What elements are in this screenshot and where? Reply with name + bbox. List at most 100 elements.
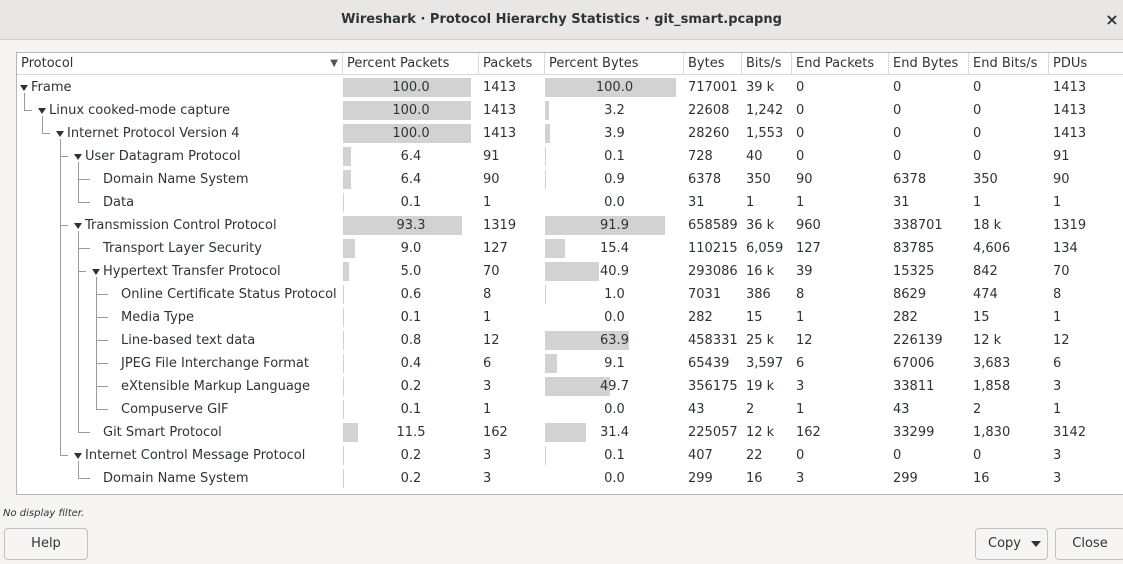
column-header-protocol[interactable]: Protocol ▼ <box>17 53 343 75</box>
end-bits-s-cell: 18 k <box>973 218 1002 233</box>
pct-bytes-cell: 9.1 <box>545 352 684 375</box>
pct-packets-cell: 0.6 <box>343 283 479 306</box>
protocol-cell: eXtensible Markup Language <box>17 375 343 398</box>
bytes-cell: 6378 <box>688 172 722 187</box>
table-row[interactable]: User Datagram Protocol 6.4 91 0.1 728 40 0 0 0 91 <box>17 145 1123 168</box>
copy-button[interactable]: Copy <box>975 528 1048 560</box>
pct-packets-value: 0.2 <box>400 448 422 463</box>
tree-trunk-line <box>78 461 79 478</box>
end-bytes-cell: 67006 <box>893 356 935 371</box>
table-row[interactable]: Online Certificate Status Protocol 0.6 8 1.… <box>17 283 1123 306</box>
tree-branch-line <box>78 432 90 433</box>
end-bytes-cell: 15325 <box>893 264 935 279</box>
pct-packets-cell: 0.1 <box>343 398 479 421</box>
table-row[interactable]: Data 0.1 1 0.0 31 1 1 31 1 1 <box>17 191 1123 214</box>
table-row[interactable]: Compuserve GIF 0.1 1 0.0 43 2 1 43 2 1 <box>17 398 1123 421</box>
end-packets-cell: 1 <box>796 310 805 325</box>
end-bytes-cell: 282 <box>893 310 918 325</box>
window-title: Wireshark · Protocol Hierarchy Statistic… <box>341 12 782 27</box>
pct-packets-cell: 5.0 <box>343 260 479 283</box>
packets-cell: 3 <box>483 471 492 486</box>
end-bits-s-cell: 16 <box>973 471 990 486</box>
table-row[interactable]: Line-based text data 0.8 12 63.9 458331 25 k 1… <box>17 329 1123 352</box>
pct-packets-cell: 93.3 <box>343 214 479 237</box>
bits-s-cell: 2 <box>746 402 755 417</box>
table-row[interactable]: Hypertext Transfer Protocol 5.0 70 40.9 2930… <box>17 260 1123 283</box>
table-row[interactable]: Internet Protocol Version 4 100.0 1413 3.9 2… <box>17 122 1123 145</box>
pct-bytes-cell: 0.1 <box>545 145 684 168</box>
protocol-hierarchy-tree[interactable]: Protocol ▼ Percent Packets Packets Percent B… <box>16 52 1123 495</box>
packets-cell: 1319 <box>483 218 517 233</box>
table-row[interactable]: Git Smart Protocol 11.5 162 31.4 225057 12 k 1… <box>17 421 1123 444</box>
table-row[interactable]: Internet Control Message Protocol 0.2 3 0.1… <box>17 444 1123 467</box>
protocol-name: Online Certificate Status Protocol <box>121 287 337 302</box>
protocol-cell: Domain Name System <box>17 467 343 490</box>
table-row[interactable]: Domain Name System 6.4 90 0.9 6378 350 90 6378 3… <box>17 168 1123 191</box>
expander-triangle-icon[interactable] <box>19 83 29 93</box>
tree-branch-line <box>96 386 108 387</box>
column-header-bytes[interactable]: Bytes <box>684 53 742 75</box>
pct-packets-value: 6.4 <box>400 172 422 187</box>
end-packets-cell: 12 <box>796 333 813 348</box>
column-header-pct-packets[interactable]: Percent Packets <box>343 53 479 75</box>
column-header-pct-bytes[interactable]: Percent Bytes <box>545 53 684 75</box>
column-header-packets[interactable]: Packets <box>479 53 545 75</box>
pct-packets-value: 100.0 <box>392 126 430 141</box>
packets-cell: 1 <box>483 402 492 417</box>
pct-bytes-cell: 3.9 <box>545 122 684 145</box>
table-row[interactable]: eXtensible Markup Language 0.2 3 49.7 356175… <box>17 375 1123 398</box>
pct-bytes-value: 3.9 <box>604 126 625 141</box>
expander-triangle-icon[interactable] <box>73 152 83 162</box>
expander-triangle-icon[interactable] <box>73 451 83 461</box>
bits-s-cell: 16 k <box>746 264 775 279</box>
packets-cell: 70 <box>483 264 500 279</box>
pct-packets-cell: 6.4 <box>343 145 479 168</box>
column-header-label: Percent Packets <box>347 56 450 71</box>
close-button-label: Close <box>1072 536 1108 551</box>
pdus-cell: 1 <box>1053 402 1062 417</box>
table-row[interactable]: Transmission Control Protocol 93.3 1319 91.… <box>17 214 1123 237</box>
bits-s-cell: 350 <box>746 172 771 187</box>
tree-branch-line <box>96 317 108 318</box>
table-row[interactable]: Media Type 0.1 1 0.0 282 15 1 282 15 1 <box>17 306 1123 329</box>
table-row[interactable]: Frame 100.0 1413 100.0 717001 39 k 0 0 0 1413 <box>17 76 1123 99</box>
expander-triangle-icon[interactable] <box>91 267 101 277</box>
pdus-cell: 1413 <box>1053 103 1087 118</box>
help-button[interactable]: Help <box>4 528 88 560</box>
close-window-icon[interactable]: × <box>1103 0 1121 40</box>
pct-bytes-value: 0.0 <box>604 195 625 210</box>
tree-trunk-line <box>24 93 25 110</box>
column-header-pdus[interactable]: PDUs <box>1049 53 1123 75</box>
column-header-end-bits-s[interactable]: End Bits/s <box>969 53 1049 75</box>
table-row[interactable]: Linux cooked-mode capture 100.0 1413 3.2 226… <box>17 99 1123 122</box>
column-header-end-bytes[interactable]: End Bytes <box>889 53 969 75</box>
table-row[interactable]: Domain Name System 0.2 3 0.0 299 16 3 299 16 3 <box>17 467 1123 490</box>
end-bytes-cell: 226139 <box>893 333 943 348</box>
tree-branch-line <box>24 110 32 111</box>
end-bits-s-cell: 0 <box>973 103 982 118</box>
end-bytes-cell: 0 <box>893 448 902 463</box>
expander-triangle-icon[interactable] <box>73 221 83 231</box>
packets-cell: 127 <box>483 241 508 256</box>
bytes-cell: 7031 <box>688 287 722 302</box>
pdus-cell: 1319 <box>1053 218 1087 233</box>
close-button[interactable]: Close <box>1055 528 1123 560</box>
pct-packets-cell: 0.1 <box>343 306 479 329</box>
pct-packets-cell: 100.0 <box>343 76 479 99</box>
pdus-cell: 1 <box>1053 195 1062 210</box>
packets-cell: 91 <box>483 149 500 164</box>
protocol-name: Hypertext Transfer Protocol <box>103 264 281 279</box>
column-header-end-packets[interactable]: End Packets <box>792 53 889 75</box>
table-row[interactable]: Transport Layer Security 9.0 127 15.4 110215… <box>17 237 1123 260</box>
bytes-cell: 43 <box>688 402 705 417</box>
expander-triangle-icon[interactable] <box>55 129 65 139</box>
pct-bytes-cell: 63.9 <box>545 329 684 352</box>
table-row[interactable]: JPEG File Interchange Format 0.4 6 9.1 65439… <box>17 352 1123 375</box>
pct-bytes-value: 100.0 <box>595 80 634 95</box>
pct-bytes-cell: 3.2 <box>545 99 684 122</box>
column-header-bits-s[interactable]: Bits/s <box>742 53 792 75</box>
end-bits-s-cell: 12 k <box>973 333 1002 348</box>
protocol-cell: Linux cooked-mode capture <box>17 99 343 122</box>
expander-triangle-icon[interactable] <box>37 106 47 116</box>
end-packets-cell: 0 <box>796 126 805 141</box>
